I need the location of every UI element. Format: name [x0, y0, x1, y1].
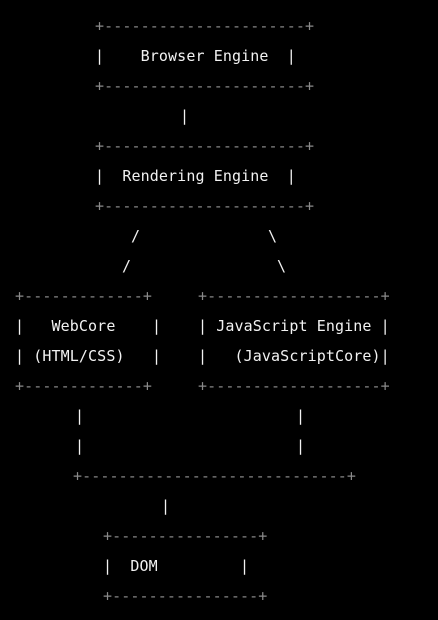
rendering-engine-box-bottom: +----------------------+ — [95, 197, 315, 215]
connector-js-2: | — [296, 437, 306, 455]
js-engine-label: JavaScript Engine — [207, 317, 381, 335]
browser-engine-box-top: +----------------------+ — [95, 17, 315, 35]
connector-js-1: | — [296, 407, 306, 425]
connector-browser-rendering: | — [180, 107, 190, 125]
dom-box-top: +----------------+ — [103, 527, 268, 545]
architecture-diagram: +----------------------+ | Browser Engin… — [0, 0, 438, 620]
browser-engine-box-bottom: +----------------------+ — [95, 77, 315, 95]
connector-to-dom: | — [161, 497, 171, 515]
browser-engine-box: | Browser Engine | — [95, 47, 296, 65]
js-engine-box-sub: | (JavaScriptCore)| — [198, 347, 390, 365]
dom-label: DOM — [112, 557, 240, 575]
rendering-engine-label: Rendering Engine — [104, 167, 287, 185]
branch-slash-upper: / — [131, 227, 141, 245]
browser-engine-label: Browser Engine — [104, 47, 287, 65]
js-engine-box: | JavaScript Engine | — [198, 317, 390, 335]
connector-webcore-2: | — [75, 437, 85, 455]
dom-box-bottom: +----------------+ — [103, 587, 268, 605]
webcore-sublabel: (HTML/CSS) — [24, 347, 152, 365]
webcore-box: | WebCore | — [15, 317, 162, 335]
branch-backslash-lower: \ — [277, 257, 287, 275]
branch-slash-lower: / — [122, 257, 132, 275]
js-engine-sublabel: (JavaScriptCore) — [207, 347, 381, 365]
js-engine-box-bottom: +-------------------+ — [198, 377, 390, 395]
rendering-engine-box-top: +----------------------+ — [95, 137, 315, 155]
webcore-label: WebCore — [24, 317, 152, 335]
rendering-engine-box: | Rendering Engine | — [95, 167, 296, 185]
js-engine-box-top: +-------------------+ — [198, 287, 390, 305]
webcore-box-sub: | (HTML/CSS) | — [15, 347, 162, 365]
webcore-box-bottom: +-------------+ — [15, 377, 152, 395]
webcore-box-top: +-------------+ — [15, 287, 152, 305]
connector-webcore-1: | — [75, 407, 85, 425]
join-line: +-----------------------------+ — [73, 467, 357, 485]
branch-backslash-upper: \ — [268, 227, 278, 245]
dom-box: | DOM | — [103, 557, 250, 575]
